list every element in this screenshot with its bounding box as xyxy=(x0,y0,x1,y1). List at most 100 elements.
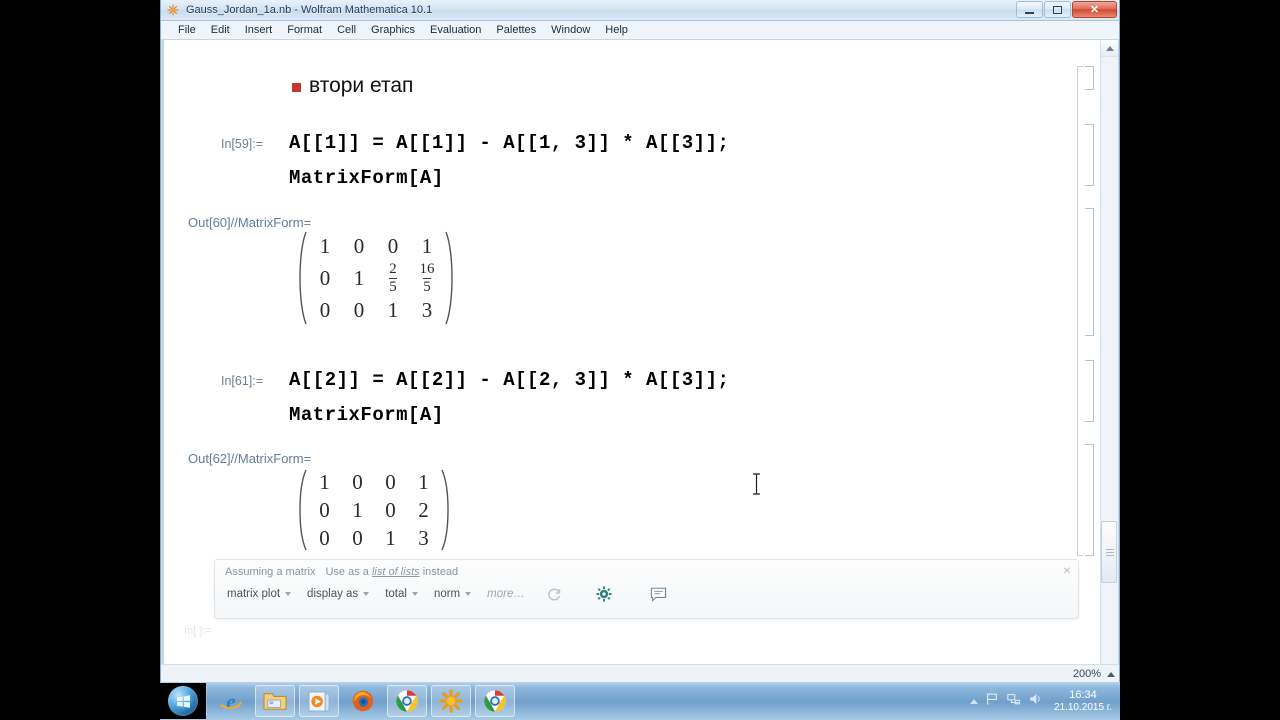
display-as-button[interactable]: display as xyxy=(307,588,370,600)
cell-bracket-output-2[interactable] xyxy=(1085,444,1094,556)
menu-item-palettes[interactable]: Palettes xyxy=(489,23,543,37)
chevron-down-icon[interactable] xyxy=(285,592,292,596)
matrix-cell-fraction: 2 5 xyxy=(376,260,410,295)
cell-bracket-section[interactable] xyxy=(1085,66,1094,90)
menu-item-help[interactable]: Help xyxy=(598,23,635,37)
gear-icon[interactable] xyxy=(596,586,612,602)
svg-text:e: e xyxy=(226,689,235,713)
matrix: 1 0 0 1 0 1 0 2 0 0 1 3 xyxy=(294,468,454,552)
zoom-level[interactable]: 200% xyxy=(1073,668,1101,680)
matrix-grid: 1 0 0 1 0 1 2 5 16 5 0 0 1 3 xyxy=(308,230,444,326)
matrix-cell: 0 xyxy=(352,525,363,550)
matrix-cell: 0 xyxy=(352,469,363,494)
caret-up-icon xyxy=(1106,45,1114,51)
matrix-plot-button[interactable]: matrix plot xyxy=(227,588,292,600)
matrix-cell: 1 xyxy=(421,233,433,258)
cell-bracket-output-1[interactable] xyxy=(1085,208,1094,336)
total-button[interactable]: total xyxy=(385,588,418,600)
matrix-cell: 0 xyxy=(385,497,396,522)
matrix-cell: 0 xyxy=(319,525,330,550)
matrix-cell-fraction: 16 5 xyxy=(410,260,444,295)
alternative-link[interactable]: list of lists xyxy=(372,566,420,578)
firefox-icon xyxy=(352,690,374,712)
menu-item-cell[interactable]: Cell xyxy=(330,23,363,37)
mathematica-icon xyxy=(439,689,463,713)
matrix-output-2: 1 0 0 1 0 1 0 2 0 0 1 3 xyxy=(294,468,454,557)
restore-button[interactable] xyxy=(1044,1,1071,18)
matrix-cell: 0 xyxy=(319,497,330,522)
taskbar-item-windows-explorer[interactable] xyxy=(255,685,295,717)
scroll-up-button[interactable] xyxy=(1101,40,1118,57)
chevron-down-icon[interactable] xyxy=(411,592,418,596)
matrix-cell: 1 xyxy=(319,469,330,494)
taskbar-item-chrome-window[interactable] xyxy=(475,685,515,717)
zoom-caret-up-icon[interactable] xyxy=(1107,671,1115,677)
taskbar-item-internet-explorer[interactable]: e xyxy=(211,685,251,717)
cell-bracket-input-1[interactable] xyxy=(1085,124,1094,186)
taskbar-clock[interactable]: 16:34 21.10.2015 г. xyxy=(1054,689,1112,713)
close-button[interactable]: ✕ xyxy=(1072,1,1117,18)
menu-item-graphics[interactable]: Graphics xyxy=(364,23,422,37)
matrix-cell: 3 xyxy=(421,297,433,322)
close-suggestion-icon[interactable]: ✕ xyxy=(1061,565,1073,577)
menu-item-file[interactable]: File xyxy=(171,23,203,37)
red-square-bullet-icon xyxy=(292,82,301,92)
out-label-62: Out[62]//MatrixForm= xyxy=(188,451,312,466)
cell-bracket-input-2[interactable] xyxy=(1085,360,1094,422)
status-bar: 200% xyxy=(161,664,1119,683)
alternative-suffix: instead xyxy=(419,566,459,578)
volume-icon[interactable] xyxy=(1028,692,1043,711)
norm-button[interactable]: norm xyxy=(434,588,472,600)
mathematica-icon xyxy=(167,4,180,17)
section-heading[interactable]: втори етап xyxy=(292,74,413,98)
menu-item-insert[interactable]: Insert xyxy=(238,23,280,37)
alternative-suggestion[interactable]: Use as a list of lists instead xyxy=(325,566,458,578)
notebook-canvas[interactable]: втори етап In[59]:= A[[1]] = A[[1]] - A[… xyxy=(164,40,1100,685)
minimize-button[interactable] xyxy=(1016,1,1043,18)
taskbar-item-firefox[interactable] xyxy=(343,685,383,717)
input-code-line2-cell1[interactable]: MatrixForm[A] xyxy=(289,167,444,189)
refresh-icon[interactable] xyxy=(547,587,562,602)
chrome-icon xyxy=(396,690,418,712)
taskbar-item-windows-media-player[interactable] xyxy=(299,685,339,717)
input-code-line1-cell2[interactable]: A[[2]] = A[[2]] - A[[2, 3]] * A[[3]]; xyxy=(289,369,729,391)
fraction-numerator: 2 xyxy=(389,260,397,277)
taskbar-item-chrome[interactable] xyxy=(387,685,427,717)
more-button[interactable]: more… xyxy=(487,588,525,600)
suggestion-bar: Assuming a matrix Use as a list of lists… xyxy=(214,559,1079,619)
menu-item-format[interactable]: Format xyxy=(280,23,329,37)
clock-time: 16:34 xyxy=(1069,688,1097,701)
window-title-bar[interactable]: Gauss_Jordan_1a.nb - Wolfram Mathematica… xyxy=(161,0,1119,21)
matrix: 1 0 0 1 0 1 2 5 16 5 0 0 1 3 xyxy=(294,230,458,326)
scrollbar-thumb[interactable] xyxy=(1101,521,1117,583)
cell-bracket-group[interactable] xyxy=(1077,66,1083,556)
chevron-down-icon[interactable] xyxy=(465,592,472,596)
notebook-scrollbar[interactable] xyxy=(1100,40,1118,685)
in-label-61: In[61]:= xyxy=(221,374,264,388)
comment-icon[interactable] xyxy=(650,587,667,602)
menu-item-edit[interactable]: Edit xyxy=(204,23,237,37)
chevron-down-icon[interactable] xyxy=(363,592,370,596)
network-icon[interactable] xyxy=(1006,692,1021,711)
windows-explorer-icon xyxy=(263,693,287,710)
windows-taskbar: e 16:34 21.10.2015 г. xyxy=(0,682,1280,720)
matrix-cell: 2 xyxy=(418,497,429,522)
taskbar-item-mathematica[interactable] xyxy=(431,685,471,717)
input-code-line1-cell1[interactable]: A[[1]] = A[[1]] - A[[1, 3]] * A[[3]]; xyxy=(289,132,729,154)
matrix-cell: 1 xyxy=(352,497,363,522)
menu-item-evaluation[interactable]: Evaluation xyxy=(423,23,488,37)
letterbox-right xyxy=(1120,0,1280,720)
show-hidden-icons-caret-icon[interactable] xyxy=(969,698,978,704)
matrix-output-1: 1 0 0 1 0 1 2 5 16 5 0 0 1 3 xyxy=(294,230,458,331)
fraction-numerator: 16 xyxy=(419,260,435,277)
matrix-cell: 1 xyxy=(385,525,396,550)
fraction-denominator: 5 xyxy=(423,277,431,295)
section-title: втори етап xyxy=(309,74,414,97)
start-button[interactable] xyxy=(160,683,206,719)
fraction-denominator: 5 xyxy=(389,277,397,295)
menu-item-window[interactable]: Window xyxy=(544,23,597,37)
matrix-cell: 0 xyxy=(319,297,331,322)
input-code-line2-cell2[interactable]: MatrixForm[A] xyxy=(289,404,444,426)
matrix-cell: 1 xyxy=(353,265,365,290)
action-center-flag-icon[interactable] xyxy=(985,692,999,711)
